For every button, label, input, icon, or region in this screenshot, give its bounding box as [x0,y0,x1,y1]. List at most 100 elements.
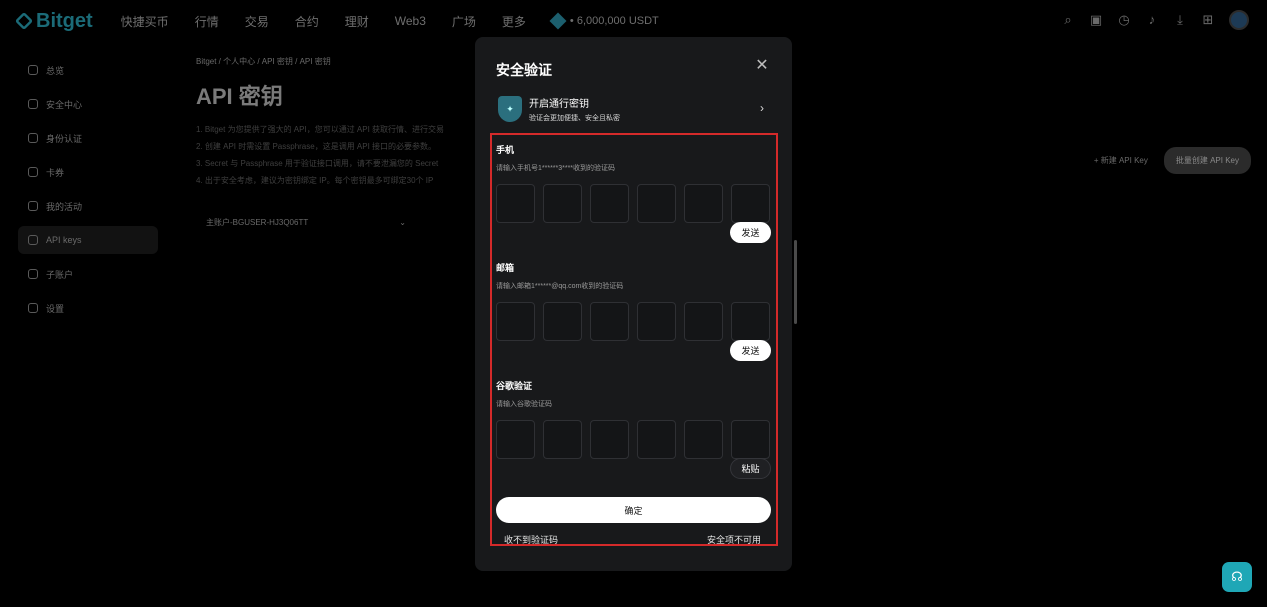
no-code-link[interactable]: 收不到验证码 [504,533,558,546]
search-icon[interactable]: ⌕ [1061,13,1075,27]
email-code-inputs [496,302,771,341]
sidebar-item-label: API keys [46,235,82,245]
wallet-icon[interactable]: ▣ [1089,13,1103,27]
bell-icon[interactable]: ♪ [1145,13,1159,27]
email-hint: 请输入邮箱1******@qq.com收到的验证码 [496,283,624,290]
sidebar-item-label: 子账户 [46,269,74,280]
key-actions: + 新建 API Key 批量创建 API Key [1094,147,1251,174]
nav-futures[interactable]: 合约 [295,13,319,30]
passkey-subtitle: 验证会更加便捷、安全且私密 [529,115,620,122]
orders-icon[interactable]: ◷ [1117,13,1131,27]
account-select[interactable]: 主账户-BGUSER-HJ3Q06TT ⌄ [196,211,416,233]
language-icon[interactable]: ⊞ [1201,13,1215,27]
google-verification: 谷歌验证 请输入谷歌验证码 粘贴 [496,379,771,479]
modal-scrollbar[interactable] [794,240,797,324]
bitget-logo-icon [14,11,34,31]
google-label: 谷歌验证 [496,381,533,391]
sidebar-item-label: 安全中心 [46,99,83,110]
code-digit-input[interactable] [590,184,629,223]
code-digit-input[interactable] [590,302,629,341]
code-digit-input[interactable] [543,302,582,341]
phone-verification: 手机 请输入手机号1******3****收到的验证码 发送 [496,143,771,243]
code-digit-input[interactable] [684,184,723,223]
batch-create-button[interactable]: 批量创建 API Key [1163,147,1251,174]
phone-label: 手机 [496,145,515,155]
sidebar-item-sub-accounts[interactable]: 子账户 [18,260,158,288]
gem-icon [549,12,567,30]
sidebar-item-identity[interactable]: 身份认证 [18,124,158,152]
id-card-icon [28,133,38,143]
logo-text: Bitget [36,9,93,32]
passkey-banner[interactable]: ✦ 开启通行密钥 验证会更加便捷、安全且私密 › [498,93,768,125]
code-digit-input[interactable] [496,184,535,223]
google-code-inputs [496,420,771,459]
promo-text: • 6,000,000 USDT [569,15,659,27]
code-digit-input[interactable] [637,184,676,223]
headset-icon: ☊ [1231,569,1243,584]
passkey-title: 开启通行密钥 [529,99,589,110]
security-unavailable-link[interactable]: 安全项不可用 [707,533,761,546]
email-send-button[interactable]: 发送 [730,340,771,361]
nav-icon-bar: ⌕ ▣ ◷ ♪ ⤓ ⊞ [1061,10,1249,30]
account-select-value: 主账户-BGUSER-HJ3Q06TT [206,217,309,227]
sidebar-item-label: 卡券 [46,167,65,178]
confirm-button[interactable]: 确定 [496,497,771,523]
sidebar-item-label: 身份认证 [46,133,83,144]
nav-earn[interactable]: 理财 [345,13,369,30]
overview-icon [28,65,38,75]
google-hint: 请输入谷歌验证码 [496,401,552,408]
chevron-down-icon: ⌄ [399,217,406,227]
close-icon[interactable]: ✕ [755,58,769,74]
nav-more[interactable]: 更多 [502,13,526,30]
code-digit-input[interactable] [590,420,629,459]
paste-button[interactable]: 粘贴 [730,458,771,479]
api-icon [28,235,38,245]
coupon-icon [28,167,38,177]
code-digit-input[interactable] [684,420,723,459]
users-icon [28,269,38,279]
sidebar-item-overview[interactable]: 总览 [18,56,158,84]
nav-trade[interactable]: 交易 [245,13,269,30]
security-verification-modal: 安全验证 ✕ ✦ 开启通行密钥 验证会更加便捷、安全且私密 › 手机 请输入手机… [475,37,792,571]
phone-code-inputs [496,184,771,223]
nav-square[interactable]: 广场 [452,13,476,30]
code-digit-input[interactable] [543,184,582,223]
code-digit-input[interactable] [496,302,535,341]
chevron-right-icon: › [760,101,764,115]
code-digit-input[interactable] [731,302,770,341]
code-digit-input[interactable] [637,420,676,459]
sliders-icon [28,303,38,313]
top-navigation: Bitget 快捷买币 行情 交易 合约 理财 Web3 广场 更多 • 6,0… [0,0,1267,42]
code-digit-input[interactable] [731,184,770,223]
support-button[interactable]: ☊ [1222,562,1252,592]
nav-markets[interactable]: 行情 [195,13,219,30]
modal-title: 安全验证 [496,62,552,78]
bitget-logo[interactable]: Bitget [14,9,93,33]
code-digit-input[interactable] [543,420,582,459]
sidebar-item-coupons[interactable]: 卡券 [18,158,158,186]
code-digit-input[interactable] [637,302,676,341]
phone-hint: 请输入手机号1******3****收到的验证码 [496,165,616,172]
new-api-key-button[interactable]: + 新建 API Key [1094,155,1148,166]
sidebar-item-settings[interactable]: 设置 [18,294,158,322]
nav-quick-buy[interactable]: 快捷买币 [121,13,169,30]
email-verification: 邮箱 请输入邮箱1******@qq.com收到的验证码 发送 [496,261,771,361]
trophy-icon [28,201,38,211]
passkey-shield-icon: ✦ [498,96,522,122]
nav-web3[interactable]: Web3 [395,14,426,28]
sidebar: 总览 安全中心 身份认证 卡券 我的活动 API keys 子账户 设置 [18,56,158,328]
sidebar-item-activities[interactable]: 我的活动 [18,192,158,220]
sidebar-item-label: 我的活动 [46,201,83,212]
avatar[interactable] [1229,10,1249,30]
download-icon[interactable]: ⤓ [1173,13,1187,27]
sidebar-item-api-keys[interactable]: API keys [18,226,158,254]
code-digit-input[interactable] [684,302,723,341]
phone-send-button[interactable]: 发送 [730,222,771,243]
code-digit-input[interactable] [496,420,535,459]
sidebar-item-security[interactable]: 安全中心 [18,90,158,118]
sidebar-item-label: 总览 [46,65,65,76]
sidebar-item-label: 设置 [46,303,65,314]
shield-icon [28,99,38,109]
code-digit-input[interactable] [731,420,770,459]
nav-promo[interactable]: • 6,000,000 USDT [549,12,659,30]
